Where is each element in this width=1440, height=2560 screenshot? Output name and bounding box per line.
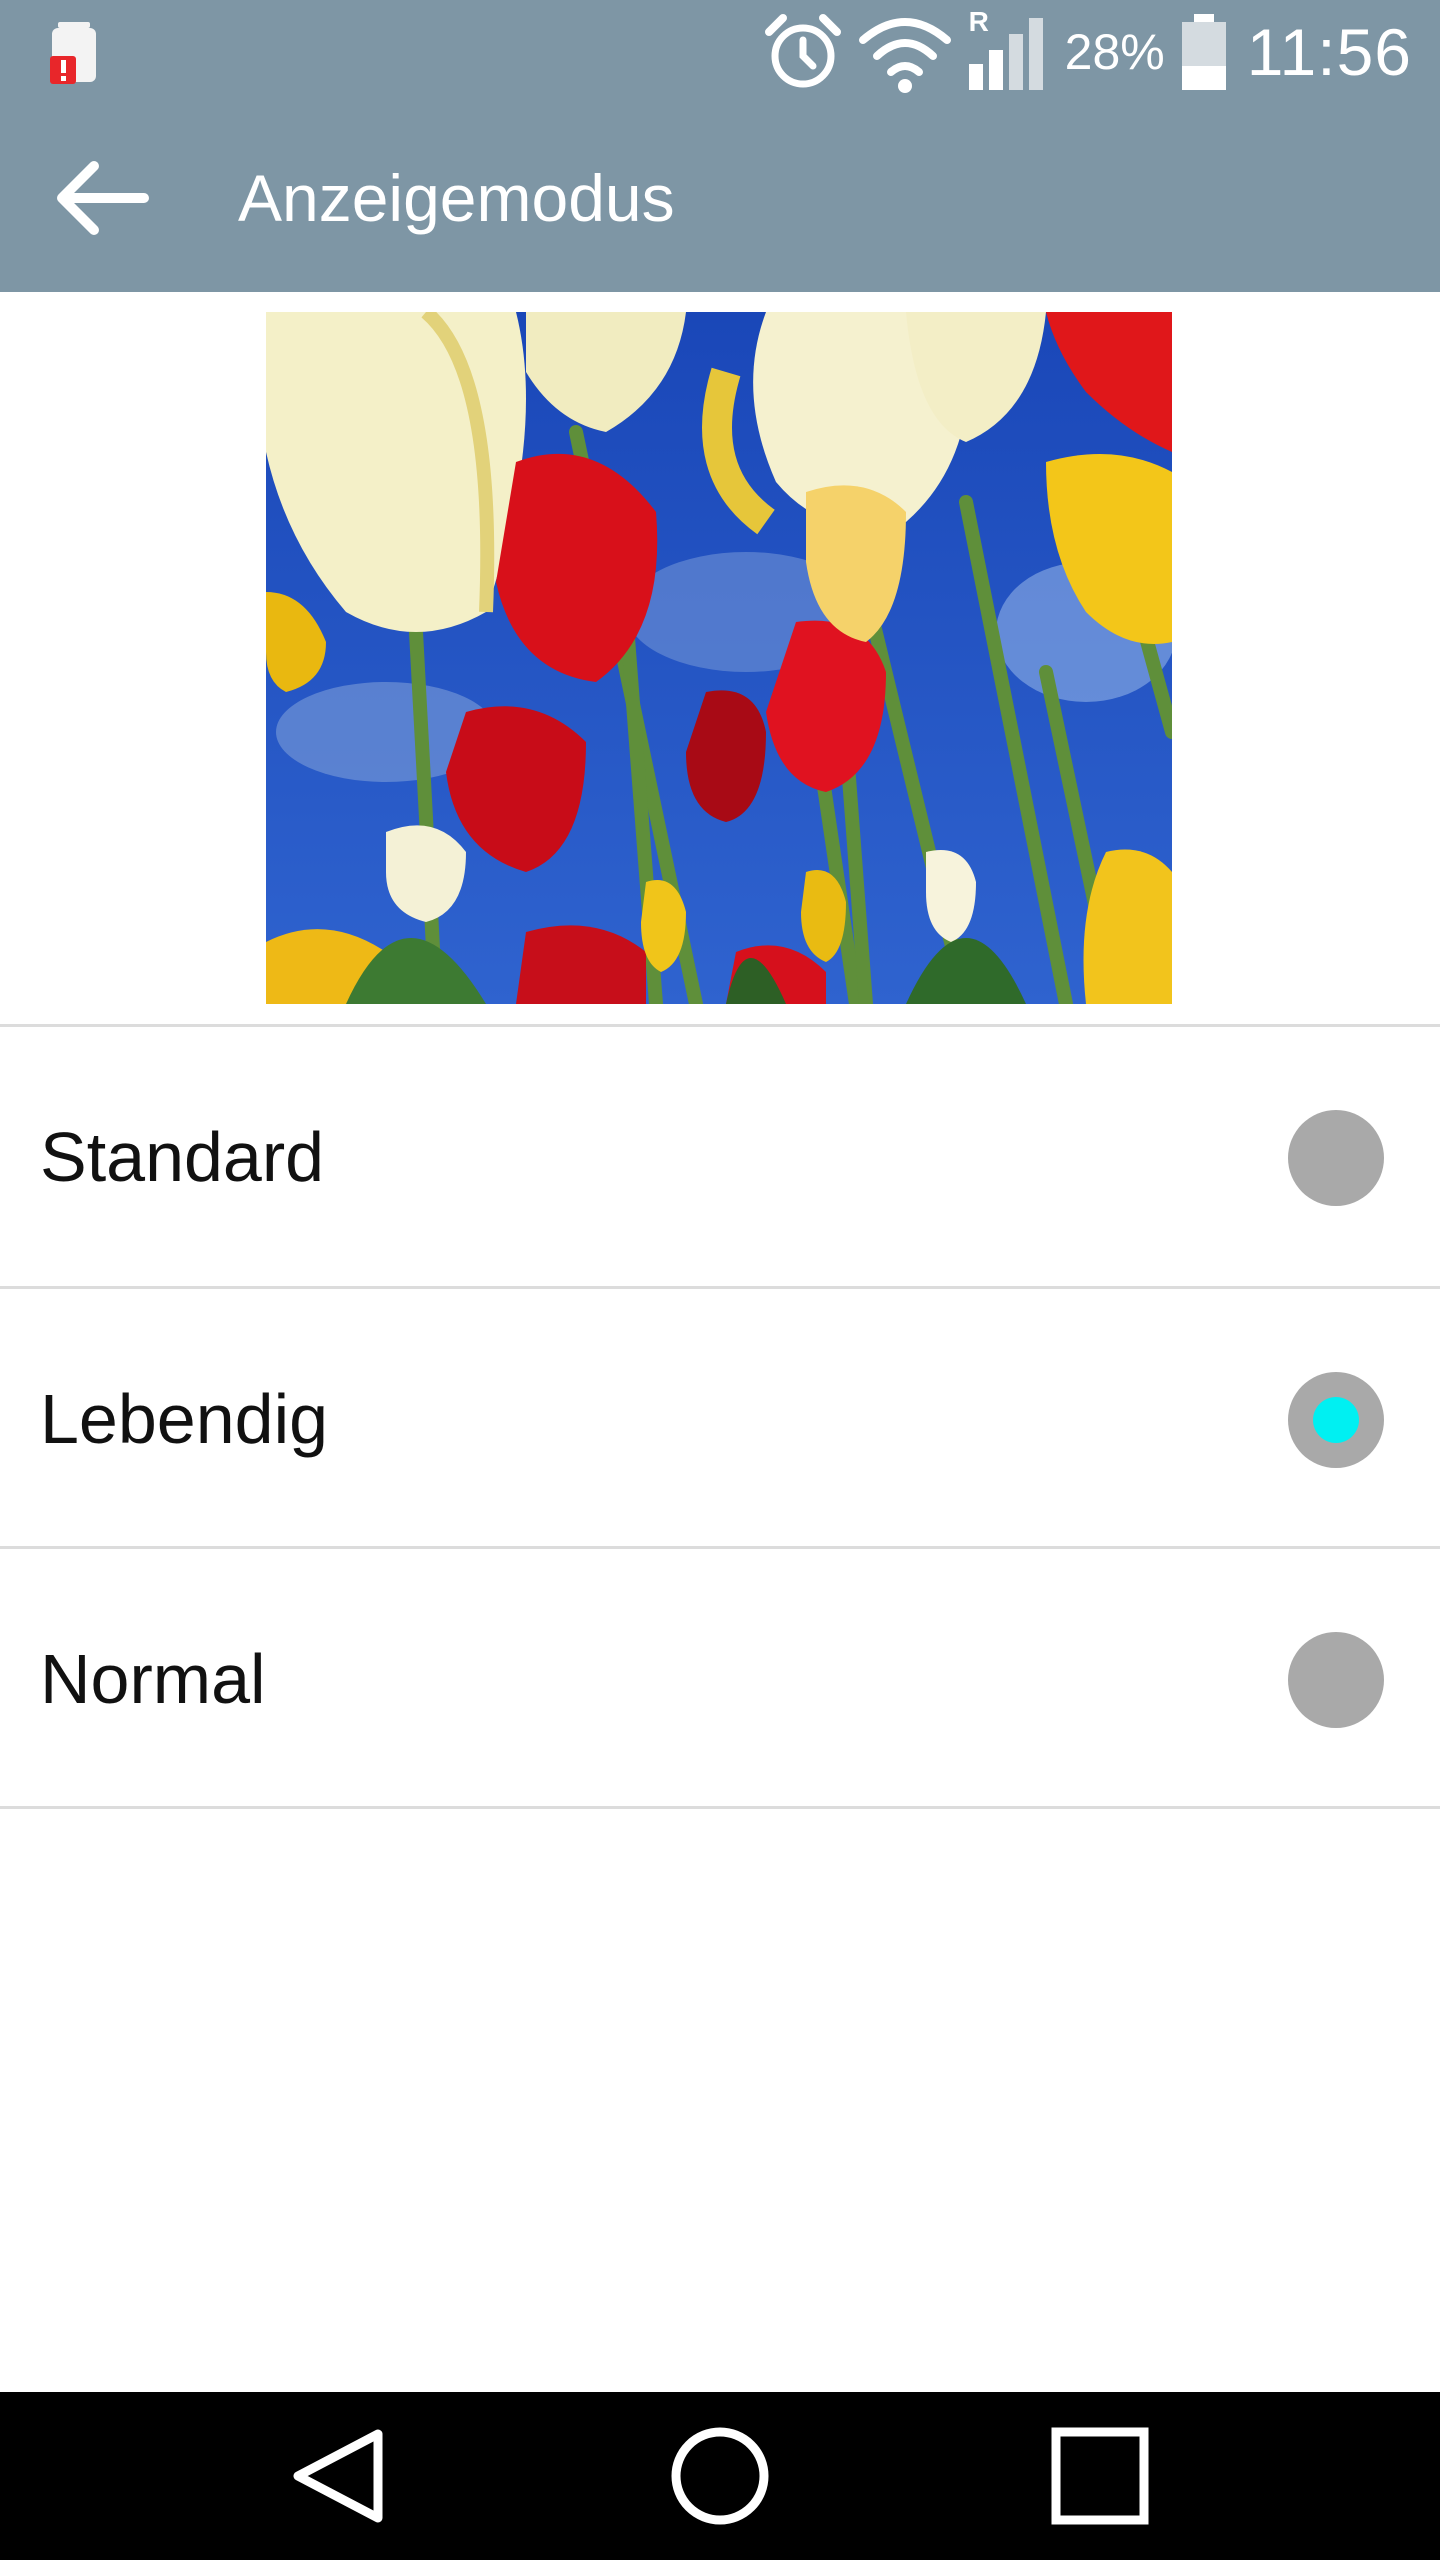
radio-button[interactable] [1288, 1110, 1384, 1206]
battery-alert-icon [50, 22, 96, 84]
signal-icon: R [965, 6, 1051, 92]
back-button[interactable] [52, 150, 172, 246]
tulips-photo [266, 312, 1172, 1004]
home-circle-icon[interactable] [660, 2416, 780, 2536]
option-label: Normal [40, 1640, 266, 1718]
arrow-left-icon [57, 161, 149, 235]
radio-button-selected[interactable] [1288, 1372, 1384, 1468]
action-bar: Anzeigemodus [0, 100, 1440, 292]
option-standard[interactable]: Standard [0, 1028, 1440, 1286]
status-icons: R 28% 11:56 [747, 6, 1412, 96]
clock-time: 11:56 [1246, 15, 1412, 89]
battery-icon [1181, 14, 1226, 90]
divider [0, 1546, 1440, 1549]
page-title: Anzeigemodus [238, 161, 675, 235]
option-label: Standard [40, 1118, 325, 1196]
wifi-icon [858, 18, 951, 93]
divider [0, 1806, 1440, 1809]
status-bar: R 28% 11:56 [0, 0, 1440, 100]
preview-image [266, 312, 1172, 1004]
alarm-icon [764, 14, 841, 88]
battery-percent: 28% [1064, 24, 1165, 80]
back-triangle-icon[interactable] [280, 2416, 400, 2536]
radio-button[interactable] [1288, 1632, 1384, 1728]
recents-square-icon[interactable] [1040, 2416, 1160, 2536]
navigation-bar [0, 2392, 1440, 2560]
option-label: Lebendig [40, 1380, 329, 1458]
divider [0, 1286, 1440, 1289]
option-lebendig[interactable]: Lebendig [0, 1290, 1440, 1548]
option-normal[interactable]: Normal [0, 1550, 1440, 1808]
radio-selected-dot [1313, 1397, 1359, 1443]
divider [0, 1024, 1440, 1027]
